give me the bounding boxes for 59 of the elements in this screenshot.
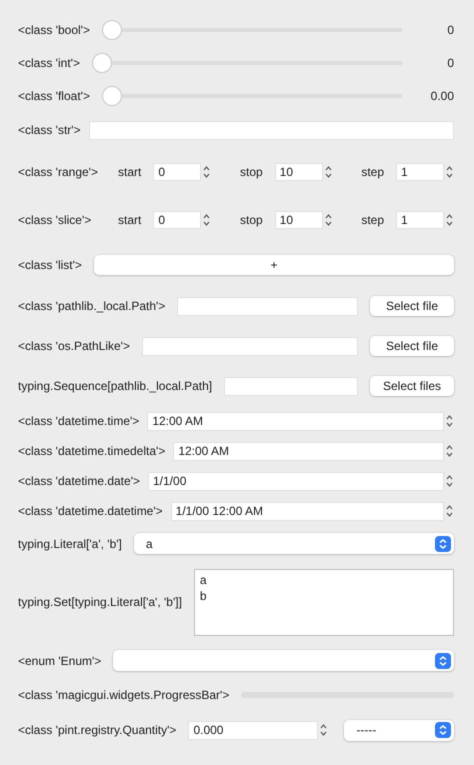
dropdown-arrows-icon [435,722,451,738]
select-file-button[interactable]: Select file [370,336,454,356]
slider-value: 0 [446,22,454,38]
slider-value: 0 [446,54,454,72]
field-label: start [117,164,142,181]
list-item[interactable]: b [200,588,448,604]
number-field[interactable]: 10 [274,163,323,181]
field-label: <class 'float'> [18,88,90,104]
date-time-field[interactable]: 1/1/00 12:00 AM [170,502,444,520]
dropdown[interactable]: a [134,533,454,554]
number-field[interactable]: 1 [396,163,444,181]
field-label: stop [238,212,264,229]
field-label: step [360,212,385,229]
list-box[interactable]: a b [194,568,454,636]
unit-dropdown[interactable]: ----- [344,720,454,740]
slider-thumb[interactable] [102,86,122,106]
date-time-field[interactable]: 1/1/00 [148,472,444,490]
path-field[interactable] [177,296,358,316]
field-label: typing.Literal['a', 'b'] [18,536,122,552]
number-field[interactable]: 0 [153,163,202,181]
text-field[interactable] [88,120,454,140]
field-label: stop [238,164,264,181]
dropdown-arrows-icon [435,536,451,552]
field-label: <class 'datetime.date'> [18,473,140,490]
field-label: <class 'datetime.datetime'> [18,503,163,520]
number-field[interactable]: 10 [274,211,323,229]
field-label: <class 'os.PathLike'> [18,338,130,355]
dropdown-arrows-icon [435,652,451,668]
list-item[interactable]: a [200,572,448,588]
date-time-field[interactable]: 12:00 AM [147,412,444,430]
add-button[interactable]: + [94,255,454,275]
field-label: <class 'int'> [18,54,80,72]
date-time-field[interactable]: 12:00 AM [173,442,444,460]
field-label: <class 'range'> [18,164,99,181]
slider-value: 0.00 [430,88,454,104]
field-label: typing.Sequence[pathlib._local.Path] [18,378,212,395]
path-field[interactable] [224,376,358,396]
field-label: typing.Set[typing.Literal['a', 'b']] [18,594,182,611]
field-label: <class 'bool'> [18,22,90,38]
dropdown[interactable] [113,650,454,671]
field-label: <class 'list'> [18,257,82,274]
field-label: <class 'datetime.time'> [18,413,140,430]
slider-thumb[interactable] [102,20,122,40]
field-label: <class 'slice'> [18,212,92,229]
select-file-button[interactable]: Select files [370,376,454,396]
field-label: start [117,212,142,229]
number-field[interactable]: 0.000 [188,720,318,740]
field-label: <class 'pint.registry.Quantity'> [18,722,176,739]
number-field[interactable]: 1 [396,211,444,229]
field-label: <class 'datetime.timedelta'> [18,443,166,460]
field-label: <enum 'Enum'> [18,652,102,670]
slider-thumb[interactable] [92,52,112,72]
select-file-button[interactable]: Select file [370,296,454,316]
path-field[interactable] [142,336,358,356]
field-label: <class 'magicgui.widgets.ProgressBar'> [18,686,230,704]
field-label: <class 'pathlib._local.Path'> [18,298,166,315]
number-field[interactable]: 0 [153,211,202,229]
field-label: step [360,164,385,181]
field-label: <class 'str'> [18,122,81,139]
